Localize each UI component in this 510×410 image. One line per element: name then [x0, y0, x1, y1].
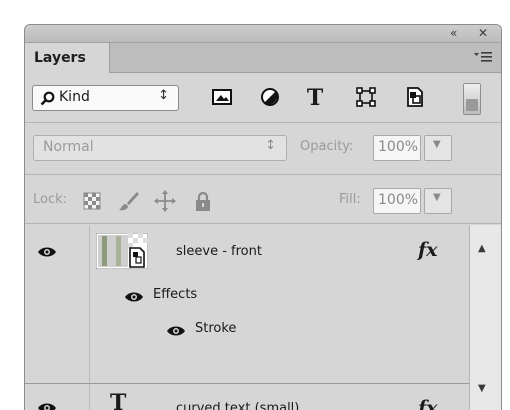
layer-name: sleeve - front — [176, 244, 262, 259]
chevron-down-icon: ▼ — [433, 139, 441, 150]
layers-panel: « ✕ Layers Kind ↕ T Normal ↕ Opacity: 10… — [24, 24, 502, 410]
divider — [25, 223, 501, 224]
lock-image-pixels-icon[interactable] — [117, 189, 141, 213]
tab-bar: Layers — [25, 43, 501, 73]
lock-transparent-pixels-icon[interactable] — [81, 189, 105, 213]
filter-kind-select[interactable]: Kind ↕ — [32, 85, 179, 111]
stepper-icon: ↕ — [265, 138, 276, 153]
fx-icon[interactable]: fx — [418, 397, 438, 410]
fill-value: 100% — [378, 192, 419, 208]
filter-kind-label: Kind — [59, 89, 90, 105]
layers-scrollbar[interactable]: ▲ ▼ — [469, 225, 501, 410]
type-filter-icon[interactable]: T — [301, 85, 329, 111]
search-icon — [40, 91, 55, 106]
panel-titlebar: « ✕ — [25, 25, 501, 43]
collapse-icon[interactable]: « — [450, 25, 457, 42]
eye-icon[interactable] — [166, 325, 186, 337]
fx-icon[interactable]: fx — [418, 239, 438, 261]
blend-mode-value: Normal — [43, 139, 94, 155]
scroll-down-icon[interactable]: ▼ — [478, 383, 486, 394]
tab-layers[interactable]: Layers — [25, 43, 110, 73]
opacity-value: 100% — [378, 139, 419, 155]
lock-all-icon[interactable] — [191, 189, 215, 213]
shape-filter-icon[interactable] — [352, 85, 380, 111]
image-filter-icon[interactable] — [208, 85, 236, 111]
lock-label: Lock: — [33, 192, 68, 207]
opacity-label: Opacity: — [300, 139, 354, 154]
layer-row[interactable]: sleeve - front fx Effects Stroke — [25, 225, 470, 347]
fill-dropdown-button[interactable]: ▼ — [424, 188, 452, 214]
type-layer-icon: T — [110, 390, 127, 410]
smart-object-filter-icon[interactable] — [401, 85, 429, 111]
lock-position-icon[interactable] — [153, 189, 177, 213]
tab-layers-label: Layers — [34, 50, 86, 66]
chevron-down-icon: ▼ — [433, 192, 441, 203]
fill-label: Fill: — [339, 192, 361, 207]
effects-label: Effects — [153, 287, 198, 302]
eye-icon[interactable] — [37, 246, 57, 258]
close-icon[interactable]: ✕ — [478, 25, 488, 42]
filter-toggle-knob — [466, 99, 478, 111]
opacity-dropdown-button[interactable]: ▼ — [424, 135, 452, 161]
layer-row[interactable]: T curved text (small) fx — [25, 384, 470, 410]
blend-row: Normal ↕ Opacity: 100% ▼ — [25, 124, 501, 174]
scroll-up-icon[interactable]: ▲ — [478, 243, 486, 254]
eye-icon[interactable] — [124, 291, 144, 303]
divider — [25, 174, 501, 175]
filter-toggle-switch[interactable] — [463, 83, 481, 115]
layer-thumbnail — [96, 233, 148, 269]
blend-mode-select[interactable]: Normal ↕ — [33, 135, 287, 161]
fill-input[interactable]: 100% — [373, 188, 421, 214]
adjustment-filter-icon[interactable] — [256, 85, 284, 111]
filter-row: Kind ↕ T — [25, 73, 501, 122]
stepper-icon: ↕ — [158, 88, 169, 103]
lock-row: Lock: Fill: 100% ▼ — [25, 176, 501, 222]
effect-item-stroke: Stroke — [195, 321, 237, 336]
divider — [25, 122, 501, 123]
panel-menu-icon[interactable] — [473, 49, 493, 65]
opacity-input[interactable]: 100% — [373, 135, 421, 161]
